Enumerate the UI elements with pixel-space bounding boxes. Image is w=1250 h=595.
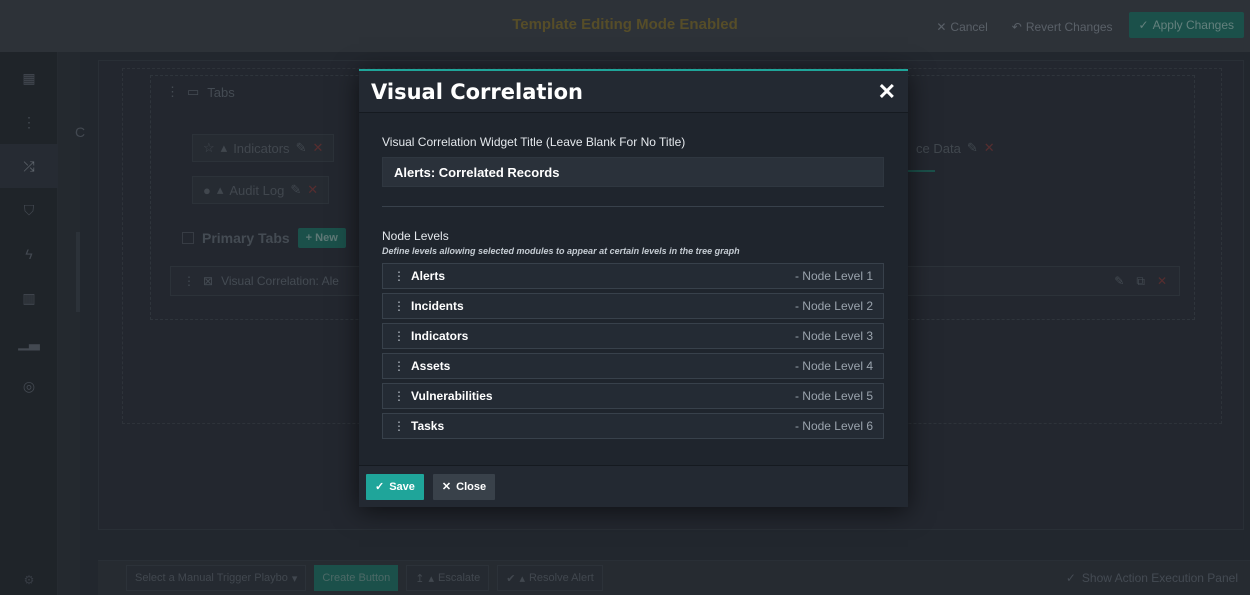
divider xyxy=(382,206,884,207)
modal-title: Visual Correlation xyxy=(371,79,583,104)
node-level-number: - Node Level 4 xyxy=(794,359,873,373)
save-label: Save xyxy=(389,480,415,493)
node-level-number: - Node Level 3 xyxy=(794,329,873,343)
drag-handle-icon[interactable]: ⋮ xyxy=(393,389,405,403)
node-level-row[interactable]: ⋮ Vulnerabilities - Node Level 5 xyxy=(382,383,884,409)
node-level-name: Assets xyxy=(411,359,451,373)
node-level-row[interactable]: ⋮ Assets - Node Level 4 xyxy=(382,353,884,379)
node-level-name: Indicators xyxy=(411,329,469,343)
close-icon: ✕ xyxy=(441,481,452,493)
drag-handle-icon[interactable]: ⋮ xyxy=(393,359,405,373)
widget-title-input[interactable]: Alerts: Correlated Records xyxy=(382,157,884,187)
node-level-row[interactable]: ⋮ Tasks - Node Level 6 xyxy=(382,413,884,439)
save-button[interactable]: ✓ Save xyxy=(366,473,424,500)
drag-handle-icon[interactable]: ⋮ xyxy=(393,329,405,343)
modal-footer: ✓ Save ✕ Close xyxy=(359,465,908,507)
node-level-name: Incidents xyxy=(411,299,464,313)
node-level-name: Vulnerabilities xyxy=(411,389,493,403)
node-level-number: - Node Level 6 xyxy=(794,419,873,433)
drag-handle-icon[interactable]: ⋮ xyxy=(393,419,405,433)
close-label: Close xyxy=(456,480,487,493)
node-level-number: - Node Level 2 xyxy=(794,299,873,313)
node-level-row[interactable]: ⋮ Alerts - Node Level 1 xyxy=(382,263,884,289)
check-icon: ✓ xyxy=(375,481,385,493)
widget-title-label: Visual Correlation Widget Title (Leave B… xyxy=(382,135,686,149)
drag-handle-icon[interactable]: ⋮ xyxy=(393,269,405,283)
modal-header: Visual Correlation ✕ xyxy=(359,71,908,113)
close-button[interactable]: ✕ Close xyxy=(432,473,496,500)
modal-body: Visual Correlation Widget Title (Leave B… xyxy=(359,113,908,439)
visual-correlation-modal: Visual Correlation ✕ Visual Correlation … xyxy=(359,69,908,507)
close-icon[interactable]: ✕ xyxy=(878,80,896,103)
node-level-row[interactable]: ⋮ Incidents - Node Level 2 xyxy=(382,293,884,319)
node-level-number: - Node Level 5 xyxy=(794,389,873,403)
node-level-number: - Node Level 1 xyxy=(794,269,873,283)
node-level-name: Tasks xyxy=(411,419,445,433)
node-level-row[interactable]: ⋮ Indicators - Node Level 3 xyxy=(382,323,884,349)
node-levels-subtitle: Define levels allowing selected modules … xyxy=(382,246,740,256)
node-level-name: Alerts xyxy=(411,269,446,283)
node-levels-title: Node Levels xyxy=(382,229,449,243)
drag-handle-icon[interactable]: ⋮ xyxy=(393,299,405,313)
